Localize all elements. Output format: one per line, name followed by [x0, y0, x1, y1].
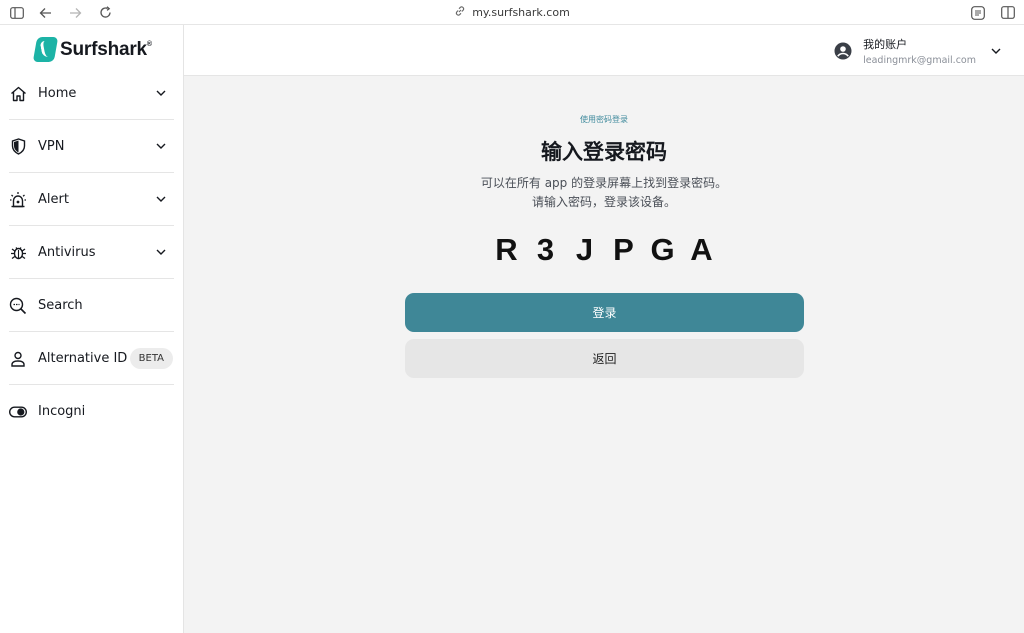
beta-badge: BETA: [129, 348, 173, 369]
sidebar-item-label: Alternative ID: [38, 351, 128, 366]
top-header: 我的账户 leadingmrk@gmail.com: [184, 25, 1024, 76]
reader-mode-icon[interactable]: [969, 4, 986, 21]
account-icon: [834, 42, 852, 60]
surfshark-logo[interactable]: Surfshark®: [32, 37, 152, 62]
sidebar-item-search[interactable]: Search: [0, 279, 184, 332]
alarm-icon: [9, 191, 27, 209]
address-bar[interactable]: my.surfshark.com: [0, 4, 1024, 21]
code-character: J: [575, 232, 594, 267]
instruction-line-1: 可以在所有 app 的登录屏幕上找到登录密码。: [480, 176, 728, 190]
code-character: P: [613, 232, 634, 267]
code-character: A: [690, 232, 713, 267]
sidebar: Surfshark® Home VPN Alert Antivirus Sear…: [0, 25, 184, 633]
chevron-down-icon[interactable]: [155, 246, 167, 258]
sidebar-item-label: Incogni: [38, 404, 86, 419]
login-button[interactable]: 登录: [405, 293, 804, 332]
surfshark-logo-icon: [32, 37, 59, 62]
account-email: leadingmrk@gmail.com: [863, 55, 976, 66]
main-content: 使用密码登录 输入登录密码 可以在所有 app 的登录屏幕上找到登录密码。 请输…: [184, 76, 1024, 633]
code-character: 3: [536, 232, 555, 267]
split-view-icon[interactable]: [999, 4, 1016, 21]
chevron-down-icon[interactable]: [155, 87, 167, 99]
person-icon: [9, 350, 27, 368]
sidebar-item-antivirus[interactable]: Antivirus: [0, 226, 184, 279]
brand-name: Surfshark: [60, 38, 147, 60]
home-icon: [9, 85, 27, 103]
sidebar-item-alternative-id[interactable]: Alternative ID BETA: [0, 332, 184, 385]
chevron-down-icon[interactable]: [990, 45, 1002, 57]
toggle-icon: [9, 403, 27, 421]
sidebar-nav: Home VPN Alert Antivirus Search Alternat…: [0, 67, 184, 438]
bug-icon: [9, 244, 27, 262]
sidebar-item-label: Home: [38, 86, 77, 101]
instructions: 可以在所有 app 的登录屏幕上找到登录密码。 请输入密码，登录该设备。: [184, 174, 1024, 212]
sidebar-item-home[interactable]: Home: [0, 67, 184, 120]
sidebar-item-label: Antivirus: [38, 245, 96, 260]
sidebar-item-vpn[interactable]: VPN: [0, 120, 184, 173]
sidebar-item-alert[interactable]: Alert: [0, 173, 184, 226]
url-text: my.surfshark.com: [472, 6, 570, 19]
registered-mark: ®: [146, 40, 152, 48]
back-button[interactable]: 返回: [405, 339, 804, 378]
browser-toolbar: my.surfshark.com: [0, 0, 1024, 25]
login-code: R 3 J P G A: [184, 232, 1024, 268]
chevron-down-icon[interactable]: [155, 193, 167, 205]
page-title: 输入登录密码: [541, 140, 667, 164]
login-method-label: 使用密码登录: [580, 115, 628, 124]
sidebar-item-incogni[interactable]: Incogni: [0, 385, 184, 438]
link-icon: [454, 5, 466, 20]
code-character: G: [650, 232, 675, 267]
code-character: R: [495, 232, 518, 267]
search-icon: [9, 297, 27, 315]
account-menu[interactable]: 我的账户 leadingmrk@gmail.com: [834, 35, 1002, 67]
account-title: 我的账户: [863, 38, 908, 51]
sidebar-item-label: Alert: [38, 192, 69, 207]
shield-icon: [9, 138, 27, 156]
sidebar-item-label: VPN: [38, 139, 65, 154]
instruction-line-2: 请输入密码，登录该设备。: [531, 195, 676, 209]
sidebar-item-label: Search: [38, 298, 83, 313]
chevron-down-icon[interactable]: [155, 140, 167, 152]
